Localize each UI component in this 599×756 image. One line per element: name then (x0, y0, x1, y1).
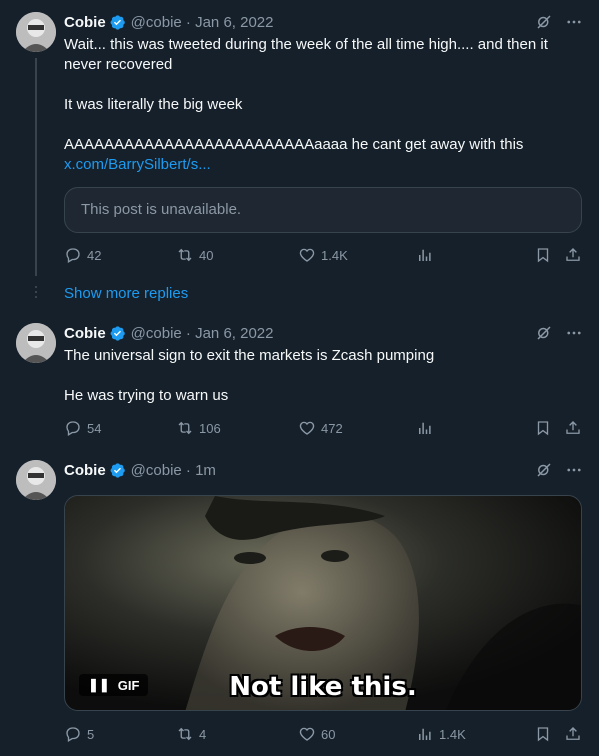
author-name[interactable]: Cobie (64, 325, 106, 342)
gif-caption: Not like this. (229, 672, 417, 702)
post-text-line: The universal sign to exit the markets i… (64, 347, 435, 364)
post-text-line: He was trying to warn us (64, 387, 229, 404)
avatar[interactable] (16, 460, 56, 500)
post-link[interactable]: x.com/BarrySilbert/s... (64, 155, 559, 175)
views-icon (419, 249, 431, 261)
heart-icon (299, 248, 315, 262)
reply-button[interactable]: 42 (64, 246, 101, 264)
reply-icon (66, 421, 80, 436)
reply-button[interactable]: 54 (64, 419, 101, 437)
avatar[interactable] (16, 323, 56, 363)
verified-badge-icon (110, 462, 125, 478)
author-name[interactable]: Cobie (64, 462, 106, 479)
post-actions: 42 40 1.4K (64, 246, 582, 266)
share-icon (566, 421, 580, 434)
post-actions: 54 106 472 (64, 419, 582, 439)
bookmark-button[interactable] (534, 246, 552, 264)
share-icon (566, 248, 580, 261)
repost-button[interactable]: 40 (176, 246, 213, 264)
grok-icon[interactable] (535, 13, 553, 31)
bookmark-button[interactable] (534, 419, 552, 437)
repost-count: 106 (199, 420, 221, 436)
show-more-replies-link[interactable]: Show more replies (64, 285, 188, 302)
post-text-line: Wait... this was tweeted during the week… (64, 36, 548, 73)
avatar[interactable] (16, 12, 56, 52)
bookmark-button[interactable] (534, 725, 552, 743)
reply-count: 5 (87, 726, 95, 742)
views-button[interactable]: 1.4K (416, 725, 466, 743)
post-actions: 5 4 60 1.4K (64, 725, 582, 745)
like-count: 472 (321, 420, 343, 436)
reply-icon (66, 248, 80, 263)
bookmark-icon (537, 727, 549, 742)
bookmark-icon (537, 248, 549, 263)
post-header: Cobie @cobie · Jan 6, 2022 (64, 12, 583, 32)
repost-icon (178, 421, 192, 435)
gif-media[interactable]: ❚❚ GIF Not like this. (64, 495, 582, 711)
repost-button[interactable]: 106 (176, 419, 221, 437)
view-count: 1.4K (439, 726, 466, 742)
post-text: Wait... this was tweeted during the week… (64, 35, 559, 175)
bookmark-icon (537, 421, 549, 436)
post-text-line: It was literally the big week (64, 96, 243, 113)
more-options-icon[interactable] (565, 461, 583, 479)
share-button[interactable] (564, 419, 582, 437)
share-button[interactable] (564, 246, 582, 264)
post-header: Cobie @cobie · Jan 6, 2022 (64, 323, 583, 343)
views-button[interactable] (416, 246, 439, 264)
more-options-icon[interactable] (565, 324, 583, 342)
views-icon (419, 728, 431, 740)
repost-count: 4 (199, 726, 207, 742)
thread-line (35, 58, 37, 276)
reply-icon (66, 727, 80, 742)
handle-and-date[interactable]: @cobie · Jan 6, 2022 (131, 325, 274, 342)
more-options-icon[interactable] (565, 13, 583, 31)
share-icon (566, 727, 580, 740)
like-button[interactable]: 472 (298, 419, 343, 437)
heart-icon (299, 421, 315, 435)
like-count: 1.4K (321, 247, 348, 263)
post-header: Cobie @cobie · 1m (64, 460, 583, 480)
thread-dots (35, 286, 37, 301)
repost-count: 40 (199, 247, 214, 263)
repost-icon (178, 727, 192, 741)
reply-button[interactable]: 5 (64, 725, 94, 743)
author-name[interactable]: Cobie (64, 14, 106, 31)
handle-and-date[interactable]: @cobie · Jan 6, 2022 (131, 14, 274, 31)
like-button[interactable]: 1.4K (298, 246, 348, 264)
reply-count: 54 (87, 420, 102, 436)
quote-unavailable-text: This post is unavailable. (81, 201, 242, 218)
post-text-line: AAAAAAAAAAAAAAAAAAAAAAAAAaaaa he cant ge… (64, 136, 524, 153)
like-button[interactable]: 60 (298, 725, 335, 743)
grok-icon[interactable] (535, 461, 553, 479)
reply-count: 42 (87, 247, 102, 263)
share-button[interactable] (564, 725, 582, 743)
grok-icon[interactable] (535, 324, 553, 342)
quoted-post-unavailable: This post is unavailable. (64, 187, 582, 233)
verified-badge-icon (110, 325, 125, 341)
repost-icon (178, 248, 192, 262)
heart-icon (299, 727, 315, 741)
repost-button[interactable]: 4 (176, 725, 206, 743)
views-icon (419, 422, 431, 434)
views-button[interactable] (416, 419, 439, 437)
post-text: The universal sign to exit the markets i… (64, 346, 559, 406)
like-count: 60 (321, 726, 336, 742)
handle-and-date[interactable]: @cobie · 1m (131, 462, 216, 479)
verified-badge-icon (110, 14, 125, 30)
